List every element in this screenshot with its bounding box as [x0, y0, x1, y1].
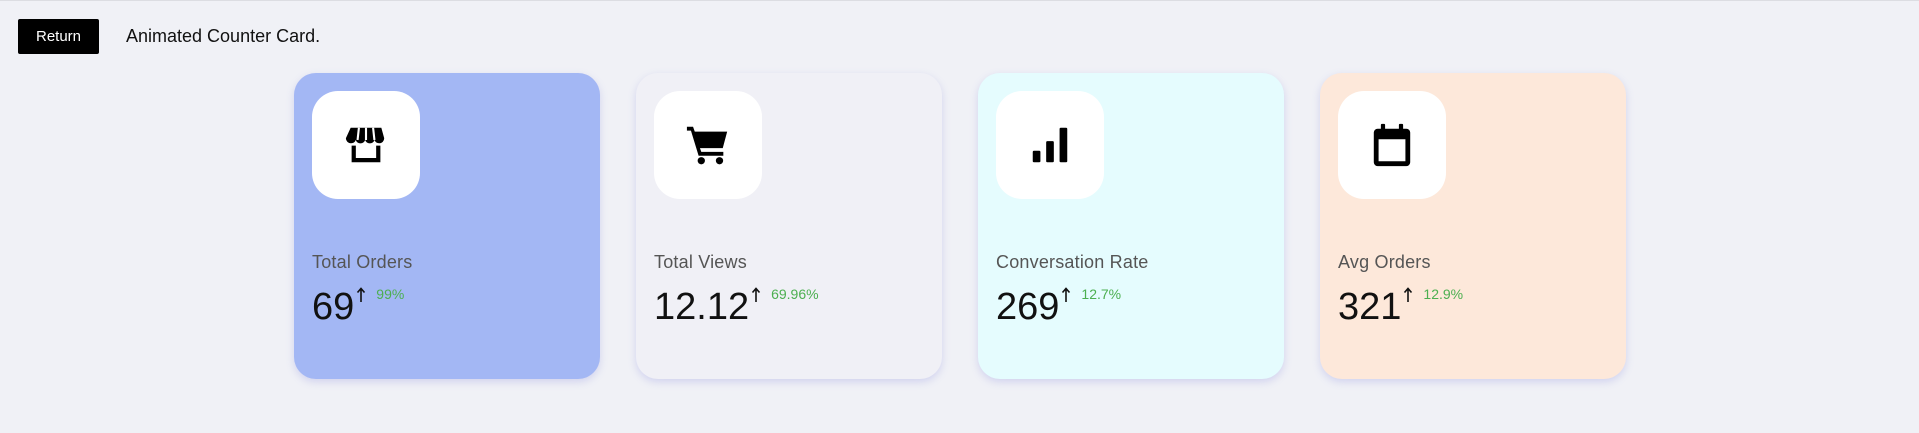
counter-card-total-views: Total Views 12.12 69.96% — [636, 73, 942, 379]
counter-card-total-orders: Total Orders 69 99% — [294, 73, 600, 379]
change-percent: 99% — [376, 286, 405, 302]
page: Return Animated Counter Card. Total Orde… — [0, 0, 1919, 433]
card-label: Avg Orders — [1338, 252, 1431, 272]
arrow-up-icon — [1404, 287, 1413, 302]
card-value: 12.12 — [654, 286, 750, 328]
change-percent: 12.9% — [1423, 286, 1464, 302]
card-label: Conversation Rate — [996, 252, 1149, 272]
page-title: Animated Counter Card. — [126, 26, 321, 46]
counter-cards: Total Orders 69 99% Total Views 12.12 69… — [294, 73, 1626, 379]
counter-card-avg-orders: Avg Orders 321 12.9% — [1320, 73, 1626, 379]
card-icon-box — [1338, 91, 1446, 199]
counter-card-conversation-rate: Conversation Rate 269 12.7% — [978, 73, 1284, 379]
arrow-up-icon — [751, 287, 761, 302]
arrow-up-icon — [357, 287, 366, 302]
card-label: Total Views — [654, 252, 747, 272]
arrow-up-icon — [1062, 287, 1071, 302]
card-value-row: 269 12.7% — [996, 285, 1121, 329]
topbar: Return Animated Counter Card. — [18, 19, 320, 54]
cart-icon — [686, 126, 728, 165]
bar-chart-icon — [1032, 127, 1068, 163]
card-icon-box — [312, 91, 420, 199]
store-icon — [345, 127, 385, 163]
card-value-row: 69 99% — [312, 285, 404, 329]
calendar-icon — [1373, 123, 1411, 167]
card-label: Total Orders — [312, 252, 413, 272]
card-icon-box — [654, 91, 762, 199]
card-value: 269 — [996, 286, 1060, 328]
card-value: 321 — [1338, 286, 1402, 328]
change-percent: 12.7% — [1081, 286, 1122, 302]
card-value: 69 — [312, 286, 355, 328]
card-value-row: 12.12 69.96% — [654, 285, 819, 329]
card-icon-box — [996, 91, 1104, 199]
card-value-row: 321 12.9% — [1338, 285, 1463, 329]
change-percent: 69.96% — [771, 286, 819, 302]
return-button[interactable]: Return — [18, 19, 99, 54]
